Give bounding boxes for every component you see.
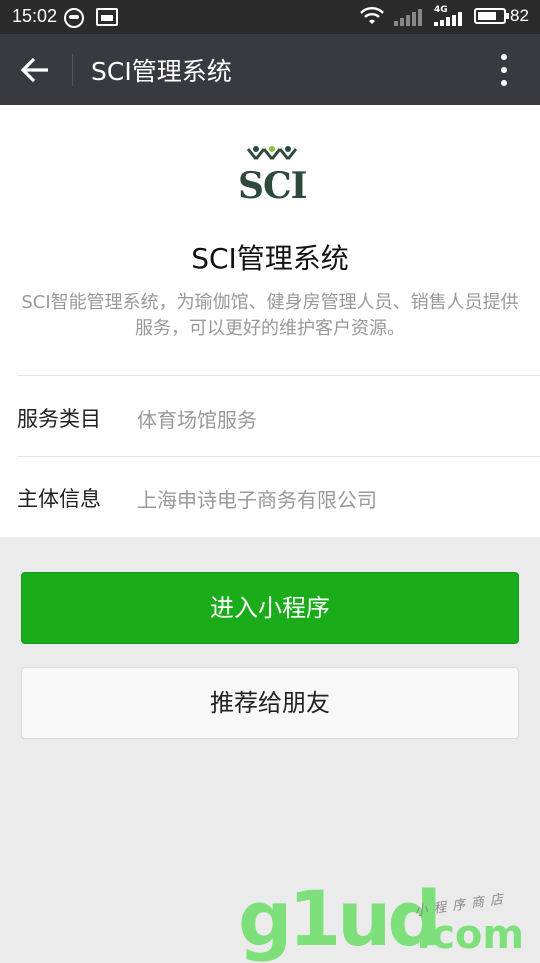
signal-sim2-icon: [434, 12, 462, 26]
wifi-icon: [360, 7, 384, 24]
service-category-label: 服务类目: [17, 407, 101, 431]
logo-figures-icon: [246, 146, 298, 160]
enter-mini-program-button[interactable]: 进入小程序: [21, 572, 519, 644]
recommend-to-friend-button[interactable]: 推荐给朋友: [21, 667, 519, 739]
logo-text: SCI: [238, 165, 307, 207]
watermark: g1ud 小程序商店 .com: [238, 874, 540, 963]
signal-sim1-icon: [394, 8, 422, 26]
more-vertical-icon[interactable]: [490, 52, 518, 88]
nav-divider: [72, 54, 73, 86]
service-category-value: 体育场馆服务: [137, 408, 257, 432]
app-logo: SCI: [230, 145, 310, 209]
entity-info-value: 上海申诗电子商务有限公司: [137, 488, 377, 512]
page-title: SCI管理系统: [91, 57, 232, 86]
status-time: 15:02: [12, 6, 58, 26]
divider: [17, 375, 540, 376]
divider: [17, 456, 540, 457]
watermark-brand: g1ud: [238, 874, 442, 963]
watermark-domain: .com: [416, 912, 525, 958]
app-description: SCI智能管理系统，为瑜伽馆、健身房管理人员、销售人员提供服务，可以更好的维护客…: [21, 292, 519, 339]
battery-icon: [474, 8, 509, 24]
navigation-bar: SCI管理系统: [0, 34, 540, 105]
notification-icon: [64, 8, 84, 28]
image-notification-icon: [96, 8, 118, 26]
arrow-left-icon[interactable]: [18, 54, 54, 86]
status-bar: 15:02 4G 82: [0, 0, 540, 34]
app-info-card: SCI SCI管理系统 SCI智能管理系统，为瑜伽馆、健身房管理人员、销售人员提…: [0, 105, 540, 537]
app-name: SCI管理系统: [191, 242, 349, 275]
entity-info-label: 主体信息: [17, 487, 101, 511]
battery-level: 82: [510, 6, 529, 25]
